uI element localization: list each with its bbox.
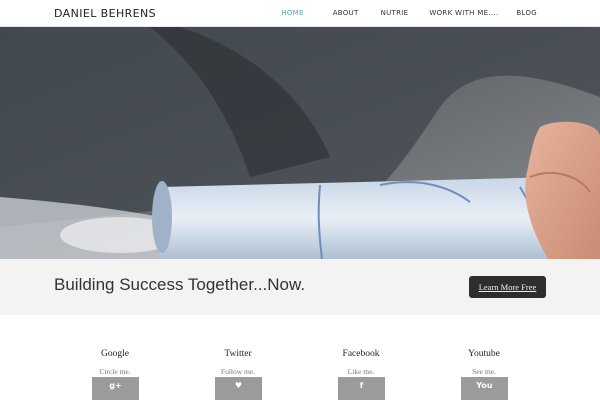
social-title: Twitter	[224, 349, 252, 359]
callout-title: Building Success Together...Now.	[54, 275, 306, 294]
nav-home[interactable]: HOME	[281, 9, 303, 17]
social-title: Facebook	[342, 349, 380, 359]
nav-work-with-me[interactable]: WORK WITH ME....	[429, 9, 498, 17]
social-title: Youtube	[468, 349, 500, 359]
facebook-icon[interactable]: f	[338, 377, 385, 400]
social-subtitle: See me.	[472, 367, 496, 376]
learn-more-button[interactable]: Learn More Free	[469, 276, 546, 298]
social-subtitle: Like me.	[347, 367, 375, 376]
top-navbar: DANIEL BEHRENS HOME ABOUT NUTRIE WORK WI…	[0, 0, 600, 27]
nav-nutrie[interactable]: NUTRIE	[381, 9, 409, 17]
hero-image	[0, 27, 600, 259]
social-subtitle: Circle me.	[99, 367, 131, 376]
site-brand[interactable]: DANIEL BEHRENS	[54, 7, 156, 20]
social-title: Google	[101, 349, 129, 359]
hero-photo-illustration	[0, 27, 600, 259]
main-nav: HOME ABOUT NUTRIE WORK WITH ME.... BLOG	[281, 9, 537, 17]
social-section: Google Circle me. g+ Twitter Follow me. …	[0, 315, 600, 400]
google-plus-icon[interactable]: g+	[92, 377, 139, 400]
twitter-bird-icon[interactable]: ♥	[215, 377, 262, 400]
youtube-icon[interactable]: You	[461, 377, 508, 400]
social-subtitle: Follow me.	[220, 367, 256, 376]
nav-about[interactable]: ABOUT	[333, 9, 359, 17]
nav-blog[interactable]: BLOG	[516, 9, 537, 17]
